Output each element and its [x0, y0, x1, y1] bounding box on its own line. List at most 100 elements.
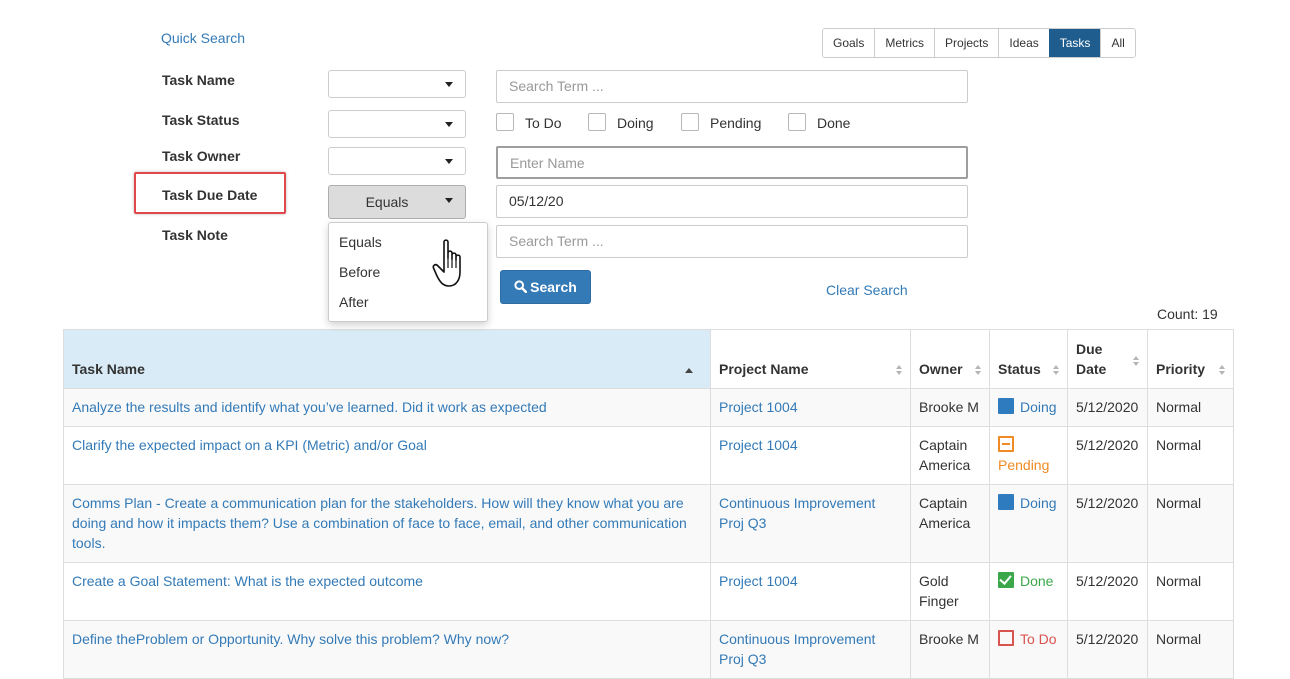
header-label: Due: [1076, 341, 1103, 357]
project-link[interactable]: Continuous Improvement Proj Q3: [719, 495, 875, 531]
column-header-priority[interactable]: Priority: [1147, 329, 1234, 389]
table-row: Create a Goal Statement: What is the exp…: [63, 562, 1234, 621]
task-link[interactable]: Define theProblem or Opportunity. Why so…: [72, 631, 509, 647]
clear-search-link[interactable]: Clear Search: [826, 282, 908, 298]
status-pending-label: Pending: [710, 115, 762, 131]
sort-icon: [896, 365, 902, 375]
quick-search-link[interactable]: Quick Search: [161, 30, 245, 46]
priority-cell: Normal: [1147, 620, 1234, 679]
task-name-search-input[interactable]: Search Term ...: [496, 70, 968, 103]
column-header-status[interactable]: Status: [989, 329, 1068, 389]
result-count: Count: 19: [1157, 306, 1218, 322]
hand-pointer-cursor-icon: [432, 239, 461, 287]
chevron-down-icon: [445, 198, 453, 203]
column-header-owner[interactable]: Owner: [910, 329, 990, 389]
owner-cell: Captain America: [910, 426, 990, 485]
task-link[interactable]: Comms Plan - Create a communication plan…: [72, 495, 687, 551]
tab-metrics[interactable]: Metrics: [874, 29, 935, 57]
sort-icon: [1219, 365, 1225, 375]
results-table: Task Name Project Name Owner Status Due D…: [63, 329, 1234, 679]
search-button[interactable]: Search: [500, 270, 591, 304]
sort-icon: [1053, 365, 1059, 375]
status-text: Pending: [998, 457, 1050, 473]
table-row: Analyze the results and identify what yo…: [63, 388, 1234, 427]
task-status-operator-select[interactable]: [328, 110, 466, 138]
sort-icon: [975, 365, 981, 375]
project-link[interactable]: Project 1004: [719, 437, 798, 453]
owner-cell: Gold Finger: [910, 562, 990, 621]
task-due-date-input[interactable]: 05/12/20: [496, 185, 968, 218]
chevron-down-icon: [445, 122, 453, 127]
status-doing-checkbox[interactable]: [588, 113, 606, 131]
header-label: Project Name: [719, 361, 809, 377]
sort-icon: [1133, 356, 1139, 366]
task-status-label: Task Status: [162, 112, 240, 128]
status-text: Doing: [1020, 399, 1057, 415]
status-done-checkbox[interactable]: [788, 113, 806, 131]
sort-ascending-icon: [685, 368, 693, 373]
due-date-cell: 5/12/2020: [1067, 620, 1148, 679]
header-label: Task Name: [72, 361, 145, 377]
task-name-label: Task Name: [162, 72, 235, 88]
chevron-down-icon: [445, 82, 453, 87]
owner-cell: Captain America: [910, 484, 990, 563]
dropdown-option-equals[interactable]: Equals: [339, 234, 382, 250]
task-owner-name-input[interactable]: Enter Name: [496, 146, 968, 179]
status-doing-label: Doing: [617, 115, 654, 131]
owner-cell: Brooke M: [910, 620, 990, 679]
status-doing-icon: [998, 398, 1014, 414]
tab-all[interactable]: All: [1100, 29, 1135, 57]
task-note-label: Task Note: [162, 227, 228, 243]
tab-ideas[interactable]: Ideas: [998, 29, 1049, 57]
column-header-project-name[interactable]: Project Name: [710, 329, 911, 389]
status-done-label: Done: [817, 115, 851, 131]
table-row: Clarify the expected impact on a KPI (Me…: [63, 426, 1234, 485]
task-name-operator-select[interactable]: [328, 70, 466, 98]
status-pending-checkbox[interactable]: [681, 113, 699, 131]
priority-cell: Normal: [1147, 426, 1234, 485]
status-doing-icon: [998, 494, 1014, 510]
due-date-cell: 5/12/2020: [1067, 484, 1148, 563]
category-tabs: Goals Metrics Projects Ideas Tasks All: [822, 28, 1136, 58]
due-date-cell: 5/12/2020: [1067, 562, 1148, 621]
status-todo-icon: [998, 630, 1014, 646]
header-label: Priority: [1156, 361, 1206, 377]
task-due-date-operator-select[interactable]: Equals: [328, 185, 466, 219]
task-link[interactable]: Analyze the results and identify what yo…: [72, 399, 547, 415]
status-text: Doing: [1020, 495, 1057, 511]
search-icon: [514, 280, 528, 294]
project-link[interactable]: Continuous Improvement Proj Q3: [719, 631, 875, 667]
column-header-due-date[interactable]: Due Date: [1067, 329, 1148, 389]
task-note-search-input[interactable]: Search Term ...: [496, 225, 968, 258]
project-link[interactable]: Project 1004: [719, 399, 798, 415]
status-done-icon: [998, 572, 1014, 588]
priority-cell: Normal: [1147, 484, 1234, 563]
header-label: Owner: [919, 361, 963, 377]
dropdown-option-after[interactable]: After: [339, 294, 369, 310]
status-pending-icon: [998, 436, 1014, 452]
due-date-cell: 5/12/2020: [1067, 388, 1148, 427]
search-button-label: Search: [530, 279, 577, 295]
status-todo-checkbox[interactable]: [496, 113, 514, 131]
status-todo-label: To Do: [525, 115, 562, 131]
tab-tasks[interactable]: Tasks: [1048, 29, 1101, 57]
task-link[interactable]: Create a Goal Statement: What is the exp…: [72, 573, 423, 589]
table-row: Define theProblem or Opportunity. Why so…: [63, 620, 1234, 679]
header-label: Date: [1076, 361, 1107, 377]
chevron-down-icon: [445, 159, 453, 164]
project-link[interactable]: Project 1004: [719, 573, 798, 589]
dropdown-option-before[interactable]: Before: [339, 264, 380, 280]
due-date-highlight-box: [134, 172, 286, 214]
due-date-cell: 5/12/2020: [1067, 426, 1148, 485]
status-text: Done: [1020, 573, 1054, 589]
table-row: Comms Plan - Create a communication plan…: [63, 484, 1234, 563]
tab-projects[interactable]: Projects: [934, 29, 999, 57]
tab-goals[interactable]: Goals: [823, 29, 875, 57]
column-header-task-name[interactable]: Task Name: [63, 329, 711, 389]
task-owner-operator-select[interactable]: [328, 147, 466, 175]
task-link[interactable]: Clarify the expected impact on a KPI (Me…: [72, 437, 427, 453]
task-owner-label: Task Owner: [162, 148, 241, 164]
owner-cell: Brooke M: [910, 388, 990, 427]
priority-cell: Normal: [1147, 388, 1234, 427]
header-label: Status: [998, 361, 1041, 377]
